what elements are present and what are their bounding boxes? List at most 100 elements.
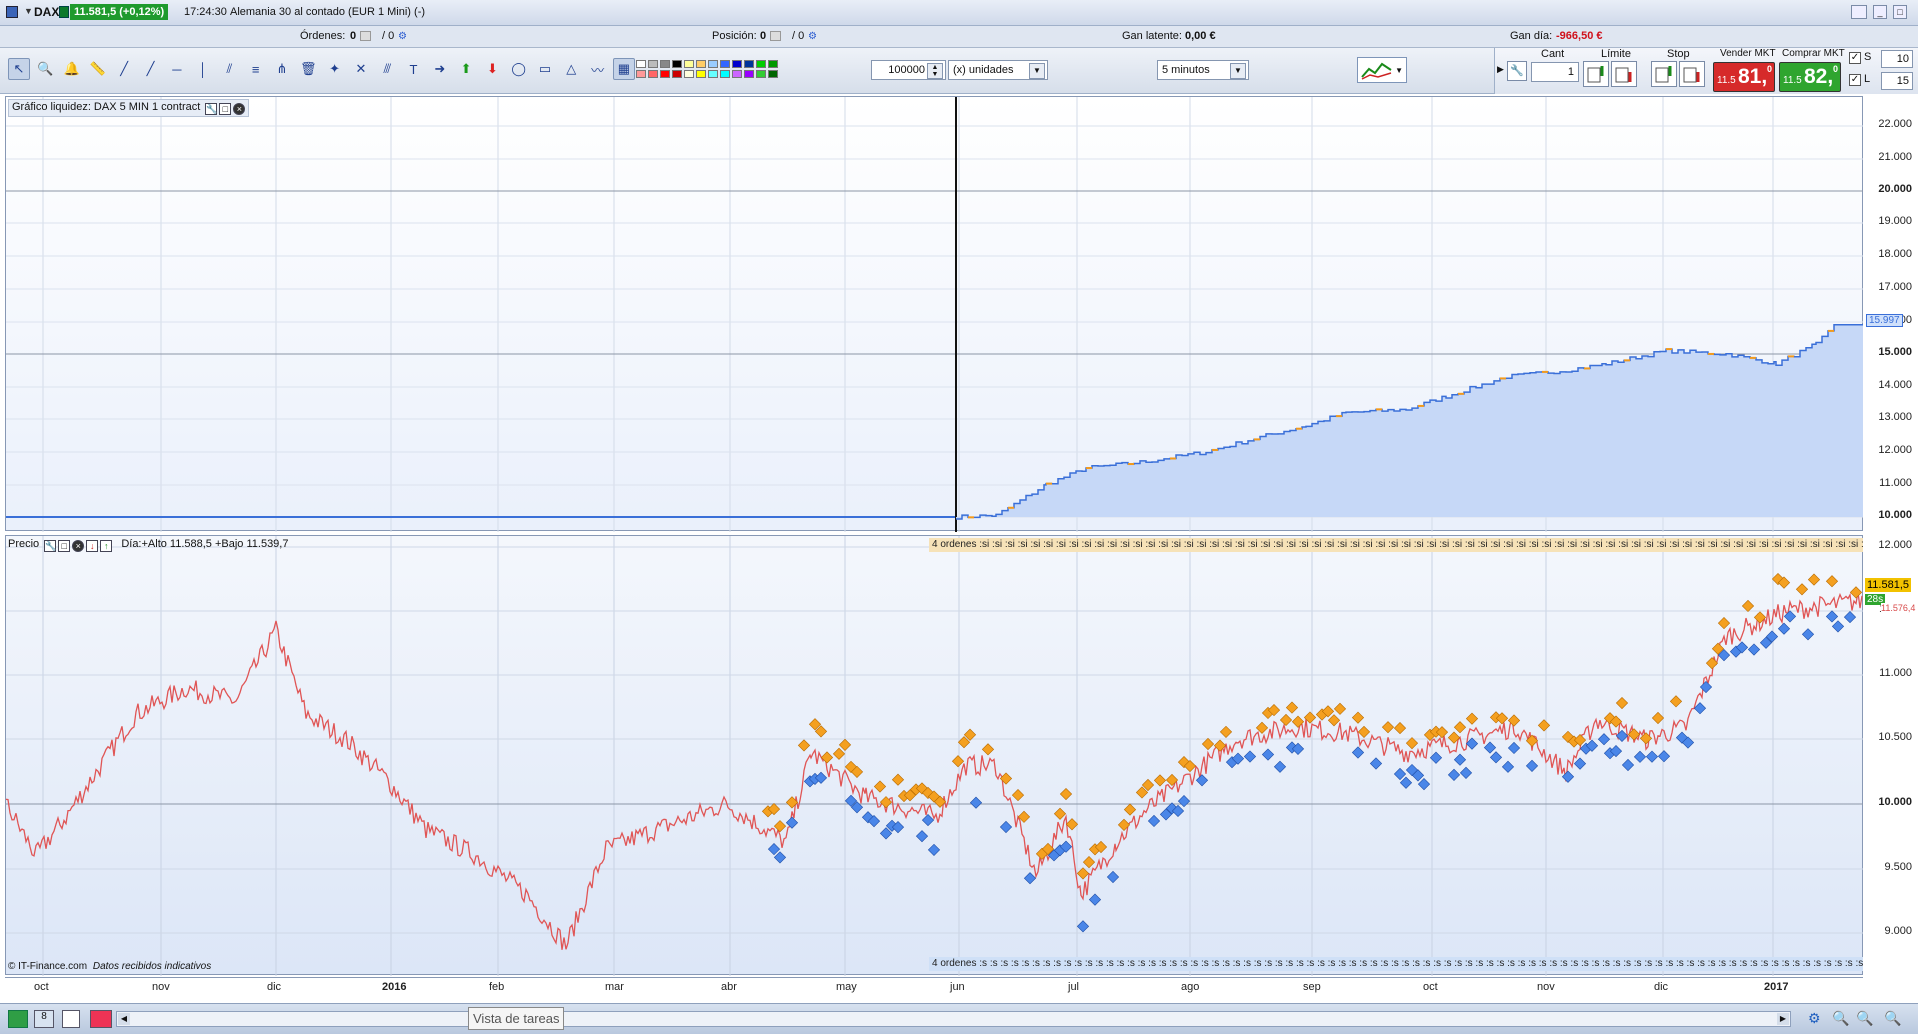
units-dropdown-icon[interactable]: ▼ bbox=[1029, 63, 1045, 79]
buy-order-marker[interactable] bbox=[1261, 748, 1275, 761]
color-swatch[interactable] bbox=[660, 60, 670, 68]
sell-order-marker[interactable] bbox=[1357, 725, 1371, 739]
zoom-icon[interactable]: 🔍 bbox=[34, 58, 56, 80]
color-swatch[interactable] bbox=[756, 70, 766, 78]
orders-settings-icon[interactable]: ⚙ bbox=[398, 31, 411, 42]
buy-order-marker[interactable] bbox=[1843, 610, 1857, 624]
sell-order-marker[interactable] bbox=[1615, 696, 1629, 710]
color-swatch[interactable] bbox=[672, 60, 682, 68]
sell-order-marker[interactable] bbox=[1333, 702, 1347, 715]
close-position-icon[interactable] bbox=[770, 31, 781, 41]
buy-order-marker[interactable] bbox=[1417, 778, 1431, 791]
color-swatch[interactable] bbox=[768, 70, 778, 78]
arrow-down-icon[interactable]: ⬇ bbox=[481, 58, 503, 80]
sell-order-marker[interactable] bbox=[1123, 803, 1137, 816]
alarm-bell-icon[interactable]: 🔔 bbox=[61, 58, 83, 80]
sell-order-marker[interactable] bbox=[1795, 583, 1809, 596]
new-chart-icon[interactable] bbox=[8, 1010, 28, 1028]
buy-order-marker[interactable] bbox=[999, 820, 1013, 834]
stop-sell-button[interactable] bbox=[1679, 61, 1705, 87]
text-icon[interactable]: T bbox=[403, 58, 425, 80]
sell-order-marker[interactable] bbox=[1285, 701, 1299, 714]
s-input[interactable]: 10 bbox=[1881, 50, 1913, 68]
l-checkbox[interactable]: ✓ bbox=[1849, 74, 1861, 86]
maximize-panel-icon[interactable]: □ bbox=[58, 540, 71, 552]
horizontal-scrollbar[interactable]: ◀ ▶ bbox=[116, 1011, 1791, 1027]
buy-order-marker[interactable] bbox=[1501, 760, 1515, 773]
buy-order-marker[interactable] bbox=[1777, 622, 1791, 635]
wrench-icon[interactable]: 🔧 bbox=[205, 103, 218, 115]
buy-order-marker[interactable] bbox=[1831, 620, 1845, 633]
indicators-icon[interactable]: 8 bbox=[34, 1010, 54, 1028]
equity-panel[interactable]: Gráfico liquidez: DAX 5 MIN 1 contract 🔧… bbox=[5, 96, 1864, 532]
s-checkbox[interactable]: ✓ bbox=[1849, 52, 1861, 64]
buy-order-marker[interactable] bbox=[1023, 872, 1037, 885]
buy-order-marker[interactable] bbox=[1573, 757, 1587, 770]
buy-order-marker[interactable] bbox=[1076, 920, 1090, 933]
buy-order-marker[interactable] bbox=[1615, 729, 1629, 743]
buy-order-marker[interactable] bbox=[1657, 750, 1671, 763]
sell-order-marker[interactable] bbox=[832, 747, 846, 760]
sell-order-marker[interactable] bbox=[1327, 714, 1341, 727]
price-panel[interactable]: Precio 🔧 □ × ↓ ↑ Día:+Alto 11.588,5 +Bajo 11… bbox=[5, 535, 1864, 976]
sell-order-marker[interactable] bbox=[1059, 787, 1073, 801]
buy-order-marker[interactable] bbox=[1243, 750, 1257, 763]
buy-order-marker[interactable] bbox=[1489, 751, 1503, 764]
cross-icon[interactable]: ✕ bbox=[350, 58, 372, 80]
buy-order-marker[interactable] bbox=[1147, 814, 1161, 828]
l-input[interactable]: 15 bbox=[1881, 72, 1913, 90]
wrench-icon[interactable]: 🔧 bbox=[1507, 61, 1527, 81]
sell-order-marker[interactable] bbox=[1669, 695, 1683, 708]
sell-order-marker[interactable] bbox=[1351, 711, 1365, 724]
buy-order-marker[interactable] bbox=[1453, 753, 1467, 766]
buy-order-marker[interactable] bbox=[1351, 746, 1365, 759]
keyboard-icon[interactable] bbox=[1851, 5, 1867, 19]
color-swatch[interactable] bbox=[684, 60, 694, 68]
maximize-panel-icon[interactable]: □ bbox=[219, 103, 232, 115]
price-axis[interactable]: 22.00021.00020.00019.00018.00017.00016.0… bbox=[1863, 96, 1918, 976]
sell-order-marker[interactable] bbox=[1465, 712, 1479, 725]
color-swatch[interactable] bbox=[744, 60, 754, 68]
sell-order-marker[interactable] bbox=[1011, 788, 1025, 802]
color-swatch[interactable] bbox=[720, 60, 730, 68]
sell-order-marker[interactable] bbox=[951, 755, 965, 768]
zoom-out-icon[interactable]: 🔍 bbox=[1832, 1010, 1849, 1027]
color-swatch[interactable] bbox=[708, 70, 718, 78]
units-select[interactable]: (x) unidades ▼ bbox=[948, 60, 1048, 80]
sell-order-marker[interactable] bbox=[1741, 599, 1755, 613]
buy-order-marker[interactable] bbox=[1597, 733, 1611, 746]
info-icon[interactable] bbox=[59, 6, 69, 18]
color-swatch[interactable] bbox=[648, 70, 658, 78]
list-icon[interactable] bbox=[62, 1010, 80, 1028]
indicator-icon[interactable]: 〰 bbox=[587, 58, 609, 80]
position-settings-icon[interactable]: ⚙ bbox=[808, 31, 821, 42]
magnifier-icon[interactable]: 🔍 bbox=[1884, 1010, 1901, 1027]
buy-order-marker[interactable] bbox=[927, 843, 941, 856]
buy-order-marker[interactable] bbox=[1825, 610, 1839, 623]
ruler-icon[interactable]: 📏 bbox=[87, 58, 109, 80]
sell-order-marker[interactable] bbox=[1717, 617, 1731, 630]
stop-buy-button[interactable] bbox=[1651, 61, 1677, 87]
sell-order-marker[interactable] bbox=[1849, 586, 1863, 599]
horizontal-line-icon[interactable]: ─ bbox=[166, 58, 188, 80]
color-swatch[interactable] bbox=[732, 60, 742, 68]
cant-input[interactable]: 1 bbox=[1531, 62, 1579, 82]
sell-order-marker[interactable] bbox=[1825, 575, 1839, 588]
trendline-icon[interactable]: ╱ bbox=[140, 58, 162, 80]
color-swatch[interactable] bbox=[648, 60, 658, 68]
trash-icon[interactable]: 🗑 bbox=[297, 58, 319, 80]
channel-icon[interactable]: ⫽ bbox=[218, 58, 240, 80]
color-swatch[interactable] bbox=[696, 60, 706, 68]
buy-order-marker[interactable] bbox=[1525, 759, 1539, 772]
color-swatch[interactable] bbox=[756, 60, 766, 68]
timeframe-dropdown-icon[interactable]: ▼ bbox=[1230, 63, 1246, 79]
color-swatch[interactable] bbox=[684, 70, 694, 78]
ellipse-icon[interactable]: ◯ bbox=[508, 58, 530, 80]
buy-order-marker[interactable] bbox=[1747, 643, 1761, 656]
buy-order-marker[interactable] bbox=[1399, 776, 1413, 789]
close-panel-icon[interactable]: × bbox=[233, 103, 246, 115]
buy-market-button[interactable]: 11.5 82, 0 bbox=[1779, 62, 1841, 92]
chart-settings-icon[interactable]: ⚙ bbox=[1808, 1010, 1821, 1027]
arrow-up-icon[interactable]: ⬆ bbox=[455, 58, 477, 80]
orders-strip-bottom[interactable]: 4 ordenes :s :s :s :s :s :s :s :s :s :s … bbox=[929, 957, 1864, 971]
